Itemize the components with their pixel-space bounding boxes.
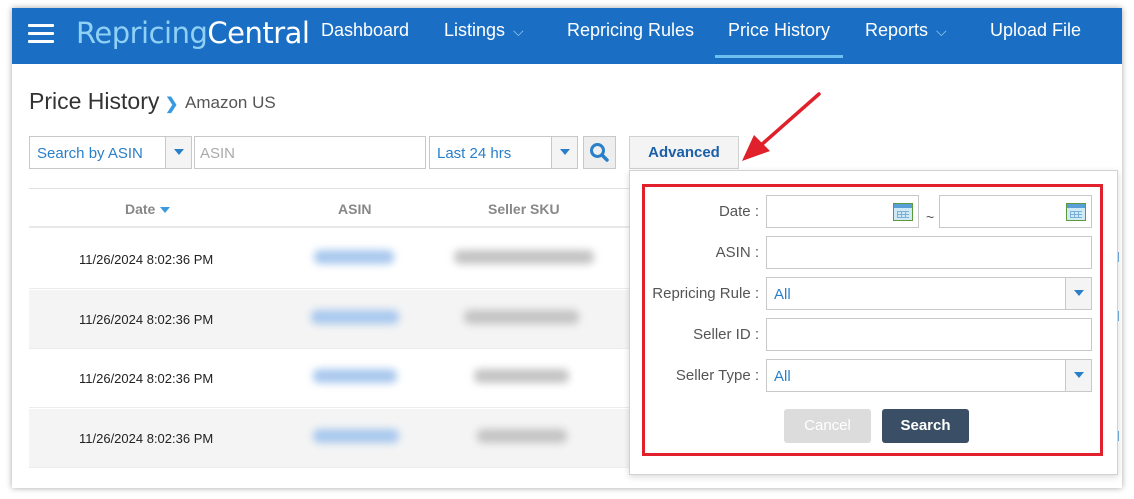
chevron-right-icon: ❯ (165, 96, 179, 113)
seller-type-select[interactable]: All (766, 359, 1092, 392)
dropdown-arrow-icon[interactable] (551, 137, 577, 168)
row-date: 11/26/2024 8:02:36 PM (79, 431, 214, 446)
seller-id-label: Seller ID : (693, 326, 759, 343)
logo[interactable]: RepricingCentral (76, 16, 310, 50)
seller-type-label: Seller Type : (675, 367, 759, 384)
asin-label: ASIN : (715, 244, 759, 261)
table-row[interactable]: 11/26/2024 8:02:36 PM (29, 349, 629, 408)
advanced-search-button[interactable]: Search (882, 409, 969, 443)
column-seller-sku[interactable]: Seller SKU (488, 201, 560, 217)
seller-type-value: All (774, 368, 791, 385)
row-date: 11/26/2024 8:02:36 PM (79, 371, 214, 386)
row-date: 11/26/2024 8:02:36 PM (79, 252, 214, 267)
row-sku-redacted (464, 310, 579, 324)
nav-listings[interactable]: Listings ⌵ (444, 20, 524, 58)
advanced-search-panel: Date : ~ ASIN : Repricing Rule : All Sel… (629, 170, 1118, 475)
period-value: Last 24 hrs (437, 145, 512, 162)
logo-part2: Central (207, 16, 310, 50)
dropdown-arrow-icon[interactable] (165, 137, 191, 168)
advanced-button[interactable]: Advanced (629, 136, 739, 169)
row-asin-redacted[interactable] (313, 369, 397, 383)
seller-id-input[interactable] (766, 318, 1092, 351)
search-button[interactable] (583, 136, 616, 169)
nav-price-history-label: Price History (728, 20, 831, 40)
nav-reports-label: Reports (865, 20, 929, 40)
row-sku-redacted (477, 429, 567, 443)
column-asin[interactable]: ASIN (338, 201, 371, 217)
hamburger-icon[interactable] (28, 24, 54, 44)
table-row[interactable]: 11/26/2024 8:02:36 PM (29, 290, 629, 349)
nav-dashboard-label: Dashboard (321, 20, 410, 40)
breadcrumb-marketplace: Amazon US (185, 93, 276, 112)
app-window: RepricingCentral Dashboard Listings ⌵ Rep… (12, 8, 1122, 488)
row-asin-redacted[interactable] (314, 250, 394, 264)
advanced-asin-input[interactable] (766, 236, 1092, 269)
calendar-icon[interactable] (893, 203, 913, 221)
table-row[interactable]: 11/26/2024 8:02:36 PM (29, 230, 629, 289)
search-by-value: Search by ASIN (37, 145, 143, 162)
date-label: Date : (718, 203, 759, 220)
nav-dashboard[interactable]: Dashboard (321, 20, 409, 58)
top-nav: RepricingCentral Dashboard Listings ⌵ Rep… (12, 8, 1122, 64)
nav-repricing-rules-label: Repricing Rules (567, 20, 695, 40)
nav-reports[interactable]: Reports ⌵ (865, 20, 947, 58)
asin-input[interactable]: ASIN (194, 136, 426, 169)
magnifier-icon (590, 143, 609, 162)
date-range-separator: ~ (926, 209, 935, 225)
cancel-button[interactable]: Cancel (784, 409, 871, 443)
search-by-select[interactable]: Search by ASIN (29, 136, 192, 169)
period-select[interactable]: Last 24 hrs (429, 136, 578, 169)
date-from-field[interactable] (766, 195, 919, 228)
repricing-rule-value: All (774, 286, 791, 303)
row-date: 11/26/2024 8:02:36 PM (79, 312, 214, 327)
page-title: Price History (29, 88, 160, 114)
dropdown-arrow-icon[interactable] (1065, 278, 1091, 309)
repricing-rule-select[interactable]: All (766, 277, 1092, 310)
red-arrow-icon (742, 92, 821, 161)
column-date[interactable]: Date (125, 201, 171, 217)
table-header: Date ASIN Seller SKU (29, 188, 629, 228)
column-date-label: Date (125, 201, 156, 217)
row-asin-redacted[interactable] (313, 429, 399, 443)
row-sku-redacted (454, 250, 594, 264)
nav-price-history[interactable]: Price History (715, 20, 844, 58)
sort-desc-icon (160, 207, 171, 214)
calendar-icon[interactable] (1066, 203, 1086, 221)
nav-listings-label: Listings (444, 20, 506, 40)
chevron-down-icon: ⌵ (513, 23, 524, 39)
table-row[interactable]: 11/26/2024 8:02:36 PM (29, 409, 629, 468)
nav-upload-file[interactable]: Upload File (990, 20, 1081, 58)
chevron-down-icon: ⌵ (936, 23, 947, 39)
repricing-rule-label: Repricing Rule : (652, 285, 759, 302)
row-sku-redacted (474, 369, 569, 383)
nav-repricing-rules[interactable]: Repricing Rules (567, 20, 694, 58)
date-to-field[interactable] (939, 195, 1092, 228)
row-asin-redacted[interactable] (311, 310, 399, 324)
nav-upload-file-label: Upload File (990, 20, 1082, 40)
asin-placeholder: ASIN (200, 145, 236, 162)
dropdown-arrow-icon[interactable] (1065, 360, 1091, 391)
logo-part1: Repricing (76, 16, 208, 50)
